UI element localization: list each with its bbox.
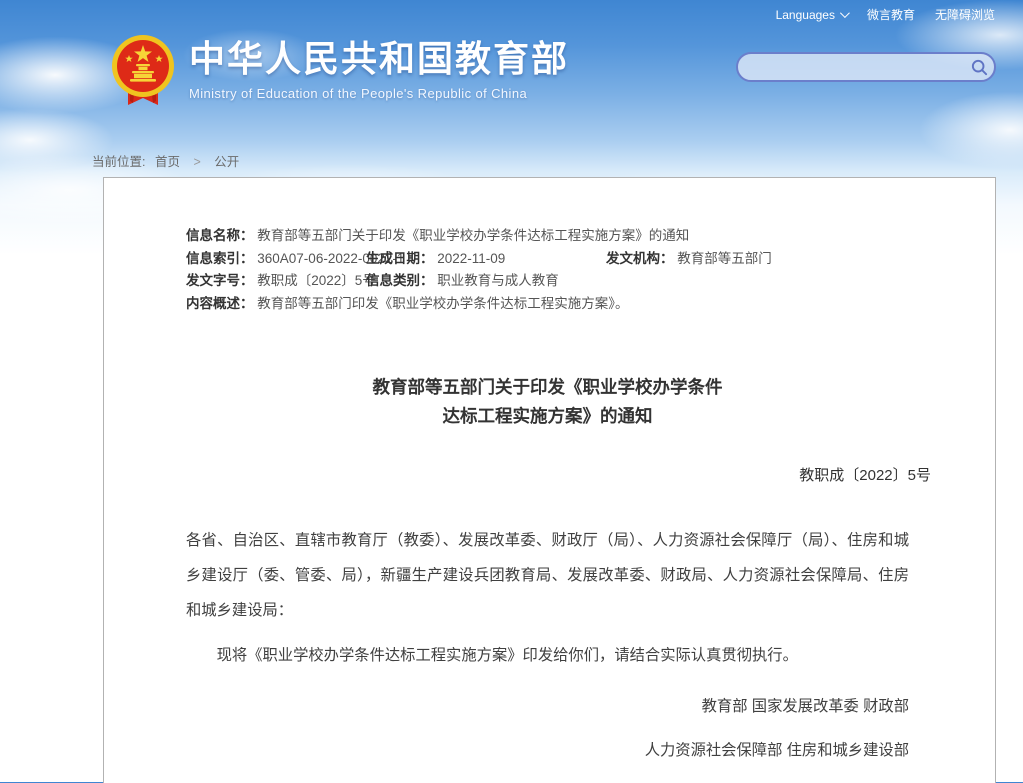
meta-date-value: 2022-11-09 [437,251,505,266]
search-box [736,52,996,82]
document-number: 教职成〔2022〕5号 [186,464,931,485]
meta-org-group: 发文机构： 教育部等五部门 [606,248,772,271]
national-emblem-logo[interactable] [107,33,179,107]
site-subtitle: Ministry of Education of the People's Re… [189,86,569,101]
paragraph-main: 现将《职业学校办学条件达标工程实施方案》印发给你们，请结合实际认真贯彻执行。 [186,638,909,673]
accessibility-browse-link[interactable]: 无障碍浏览 [935,6,995,23]
page: { "topbar": { "languages_label": "Langua… [0,0,1023,782]
meta-name-label: 信息名称： [186,228,254,243]
meta-row-docno: 发文字号： 教职成〔2022〕5号 信息类别： 职业教育与成人教育 [186,270,909,293]
languages-dropdown[interactable]: Languages [776,8,847,22]
signature-line-2: 人力资源社会保障部 住房和城乡建设部 [186,738,909,760]
breadcrumb-current-link[interactable]: 公开 [214,155,239,169]
breadcrumb-separator: > [193,155,200,169]
meta-index-label: 信息索引： [186,251,254,266]
breadcrumb-label: 当前位置: [92,155,145,169]
meta-org-label: 发文机构： [606,251,674,266]
meta-org-value: 教育部等五部门 [677,251,772,266]
languages-label: Languages [776,8,835,22]
meta-row-summary: 内容概述： 教育部等五部门印发《职业学校办学条件达标工程实施方案》。 [186,293,909,316]
meta-docno-label: 发文字号： [186,273,254,288]
search-icon [970,58,989,77]
site-header: 中华人民共和国教育部 Ministry of Education of the … [107,33,569,107]
document-title-line2: 达标工程实施方案》的通知 [186,402,909,431]
meta-date-group: 生成日期： 2022-11-09 [366,248,505,271]
search-input[interactable] [738,54,964,80]
weiyan-education-link[interactable]: 微言教育 [867,6,915,23]
meta-row-index: 信息索引： 360A07-06-2022-0022-1 生成日期： 2022-1… [186,248,909,271]
site-titles: 中华人民共和国教育部 Ministry of Education of the … [189,33,569,101]
meta-category-label: 信息类别： [366,273,434,288]
meta-category-group: 信息类别： 职业教育与成人教育 [366,270,559,293]
paragraph-addressees: 各省、自治区、直辖市教育厅（教委）、发展改革委、财政厅（局）、人力资源社会保障厅… [186,523,909,628]
meta-summary-value: 教育部等五部门印发《职业学校办学条件达标工程实施方案》。 [257,296,628,311]
document-title: 教育部等五部门关于印发《职业学校办学条件 达标工程实施方案》的通知 [186,373,909,431]
document-meta: 信息名称： 教育部等五部门关于印发《职业学校办学条件达标工程实施方案》的通知 信… [186,225,909,315]
top-utility-bar: Languages 微言教育 无障碍浏览 [776,6,995,23]
site-title[interactable]: 中华人民共和国教育部 [189,39,569,79]
document-body: 各省、自治区、直辖市教育厅（教委）、发展改革委、财政厅（局）、人力资源社会保障厅… [186,523,909,673]
meta-name-value: 教育部等五部门关于印发《职业学校办学条件达标工程实施方案》的通知 [257,228,689,243]
signature-line-1: 教育部 国家发展改革委 财政部 [186,694,909,716]
document-title-line1: 教育部等五部门关于印发《职业学校办学条件 [186,373,909,402]
meta-summary-label: 内容概述： [186,296,254,311]
meta-date-label: 生成日期： [366,251,434,266]
chevron-down-icon [840,8,850,18]
document-panel: 信息名称： 教育部等五部门关于印发《职业学校办学条件达标工程实施方案》的通知 信… [103,177,996,783]
meta-row-name: 信息名称： 教育部等五部门关于印发《职业学校办学条件达标工程实施方案》的通知 [186,225,909,248]
meta-docno-value: 教职成〔2022〕5号 [257,273,376,288]
search-button[interactable] [964,54,994,80]
national-emblem-icon [107,33,179,107]
breadcrumb: 当前位置: 首页 > 公开 [92,151,239,170]
breadcrumb-home-link[interactable]: 首页 [155,155,180,169]
meta-category-value: 职业教育与成人教育 [437,273,559,288]
